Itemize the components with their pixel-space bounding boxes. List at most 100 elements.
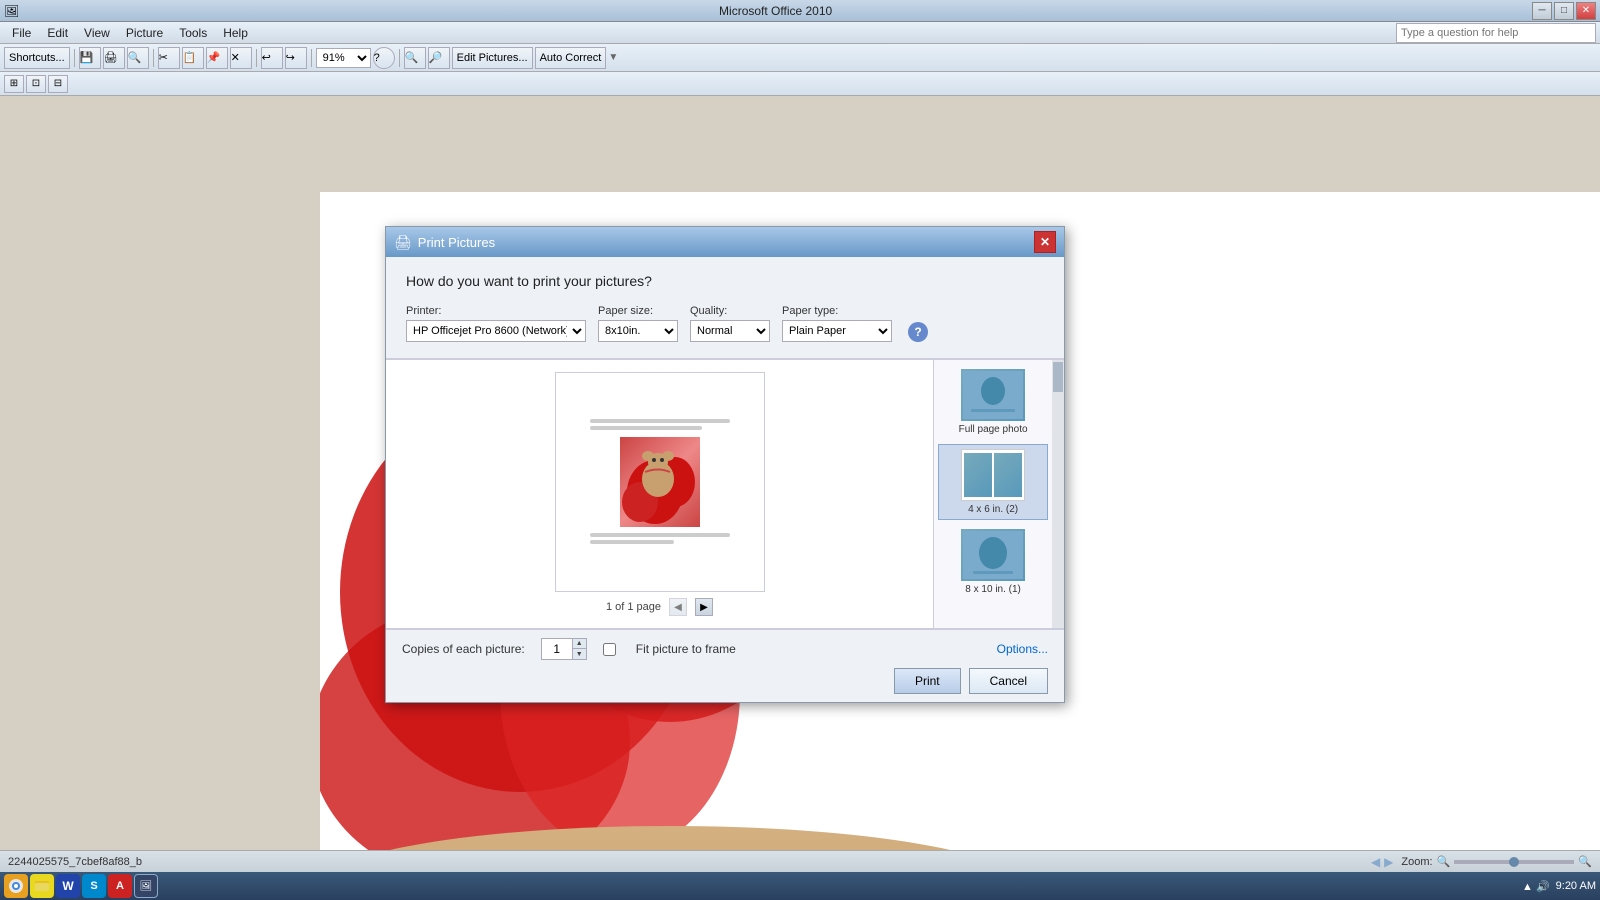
cut-button[interactable]: ✂ (158, 47, 180, 69)
layout-img-right (994, 453, 1022, 497)
dialog-titlebar: 🖨 Print Pictures ✕ (386, 227, 1064, 257)
toolbar: Shortcuts... 💾 🖨 🔍 ✂ 📋 📌 ✕ ↩ ↪ 91% 75% 1… (0, 44, 1600, 72)
window-controls: ─ □ ✕ (1532, 2, 1596, 20)
quality-select[interactable]: Normal Draft Best (690, 320, 770, 342)
tb2-btn-2[interactable]: ⊡ (26, 75, 46, 93)
paper-size-label: Paper size: (598, 305, 678, 317)
minimize-button[interactable]: ─ (1532, 2, 1552, 20)
title-bar: 🖼 Microsoft Office 2010 ─ □ ✕ (0, 0, 1600, 22)
tb2-btn-3[interactable]: ⊟ (48, 75, 68, 93)
paste-button[interactable]: 📌 (206, 47, 228, 69)
dialog-title: Print Pictures (418, 235, 495, 250)
dialog-controls-row: Printer: HP Officejet Pro 8600 (Network)… (406, 305, 1044, 342)
copies-decrement-button[interactable]: ▼ (572, 649, 586, 659)
bottom-row-2: Print Cancel (402, 668, 1048, 694)
edit-pictures-button[interactable]: Edit Pictures... (452, 47, 533, 69)
printer-group: Printer: HP Officejet Pro 8600 (Network) (406, 305, 586, 342)
preview-line-4 (590, 540, 674, 544)
menu-tools[interactable]: Tools (171, 24, 215, 42)
restore-button[interactable]: □ (1554, 2, 1574, 20)
fit-label[interactable]: Fit picture to frame (636, 642, 736, 656)
layout-option-8x10[interactable]: 8 x 10 in. (1) (938, 524, 1048, 600)
dialog-body: How do you want to print your pictures? … (386, 257, 1064, 359)
paper-type-group: Paper type: Plain Paper Photo Paper Glos… (782, 305, 892, 342)
redo-button[interactable]: ↪ (285, 47, 307, 69)
printer-select[interactable]: HP Officejet Pro 8600 (Network) (406, 320, 586, 342)
copies-increment-button[interactable]: ▲ (572, 639, 586, 649)
zoom-help-button[interactable]: ? (373, 47, 395, 69)
preview-lines-bottom (590, 533, 730, 545)
app-icon: 🖼 (4, 4, 19, 18)
zoom-in-button[interactable]: 🔍 (404, 47, 426, 69)
app-title: Microsoft Office 2010 (19, 4, 1532, 18)
zoom-in-icon[interactable]: 🔍 (1578, 855, 1592, 868)
prev-page-button[interactable]: ◀ (669, 598, 687, 616)
options-link[interactable]: Options... (997, 642, 1048, 656)
layout-panel: Full page photo 4 x 6 in. (2) (934, 360, 1052, 628)
copies-spinners: ▲ ▼ (572, 639, 586, 659)
print-button[interactable]: 🖨 (103, 47, 125, 69)
taskbar-acrobat-icon[interactable]: A (108, 874, 132, 898)
layout-svg-8x10 (963, 531, 1023, 579)
cancel-button[interactable]: Cancel (969, 668, 1048, 694)
fit-checkbox[interactable] (603, 643, 616, 656)
zoom-bar: Zoom: 🔍 🔍 (1401, 855, 1592, 868)
layout-scrollbar[interactable] (1052, 360, 1064, 628)
next-page-button[interactable]: ▶ (695, 598, 713, 616)
print-dialog: 🖨 Print Pictures ✕ How do you want to pr… (385, 226, 1065, 703)
layout-panel-wrapper: Full page photo 4 x 6 in. (2) (934, 360, 1064, 628)
undo-button[interactable]: ↩ (261, 47, 283, 69)
help-input[interactable] (1396, 23, 1596, 43)
menu-file[interactable]: File (4, 24, 39, 42)
nav-prev-arrow[interactable]: ◀ (1371, 855, 1380, 869)
taskbar-skype-icon[interactable]: S (82, 874, 106, 898)
layout-thumb-4x6 (961, 449, 1025, 501)
taskbar-word-icon[interactable]: W (56, 874, 80, 898)
status-right: ◀ ▶ Zoom: 🔍 🔍 (1371, 855, 1592, 869)
zoom-out-icon[interactable]: 🔍 (1437, 855, 1451, 868)
dialog-bottom: Copies of each picture: ▲ ▼ Fit picture … (386, 629, 1064, 702)
menu-picture[interactable]: Picture (118, 24, 171, 42)
zoom-slider[interactable] (1454, 860, 1574, 864)
layout-option-full-page[interactable]: Full page photo (938, 364, 1048, 440)
toolbar-separator-4 (311, 49, 312, 67)
copy-button[interactable]: 📋 (182, 47, 204, 69)
dialog-question: How do you want to print your pictures? (406, 273, 1044, 289)
menu-view[interactable]: View (76, 24, 118, 42)
menu-help[interactable]: Help (215, 24, 256, 42)
shortcuts-button[interactable]: Shortcuts... (4, 47, 70, 69)
copies-input[interactable] (542, 639, 572, 659)
close-button[interactable]: ✕ (1576, 2, 1596, 20)
taskbar-chrome-icon[interactable] (4, 874, 28, 898)
zoom-select[interactable]: 91% 75% 100% (316, 48, 371, 68)
dialog-help-button[interactable]: ? (908, 322, 928, 342)
toolbar-separator-2 (153, 49, 154, 67)
status-bar: 2244025575_7cbef8af88_b ◀ ▶ Zoom: 🔍 🔍 (0, 850, 1600, 872)
save-button[interactable]: 💾 (79, 47, 101, 69)
copies-label: Copies of each picture: (402, 642, 525, 656)
layout-option-4x6[interactable]: 4 x 6 in. (2) (938, 444, 1048, 520)
preview-button[interactable]: 🔍 (127, 47, 149, 69)
menu-edit[interactable]: Edit (39, 24, 76, 42)
paper-type-select[interactable]: Plain Paper Photo Paper Glossy Paper (782, 320, 892, 342)
page-navigation: 1 of 1 page ◀ ▶ (606, 598, 713, 616)
dialog-close-button[interactable]: ✕ (1034, 231, 1056, 253)
preview-svg (620, 437, 700, 527)
printer-label: Printer: (406, 305, 586, 317)
delete-button[interactable]: ✕ (230, 47, 252, 69)
print-button[interactable]: Print (894, 668, 961, 694)
zoom-out-button[interactable]: 🔎 (428, 47, 450, 69)
nav-arrows: ◀ ▶ (1371, 855, 1393, 869)
toolbar2: ⊞ ⊡ ⊟ (0, 72, 1600, 96)
preview-area: 1 of 1 page ◀ ▶ (386, 360, 934, 628)
tb2-btn-1[interactable]: ⊞ (4, 75, 24, 93)
paper-size-select[interactable]: 8x10in. 4x6in. Letter (598, 320, 678, 342)
layout-img-left (964, 453, 992, 497)
nav-next-arrow[interactable]: ▶ (1384, 855, 1393, 869)
taskbar-office-icon[interactable]: 🖼 (134, 874, 158, 898)
file-name: 2244025575_7cbef8af88_b (8, 856, 142, 868)
layout-svg-full (963, 371, 1023, 419)
auto-correct-button[interactable]: Auto Correct (535, 47, 607, 69)
taskbar-explorer-icon[interactable] (30, 874, 54, 898)
preview-page (555, 372, 765, 592)
